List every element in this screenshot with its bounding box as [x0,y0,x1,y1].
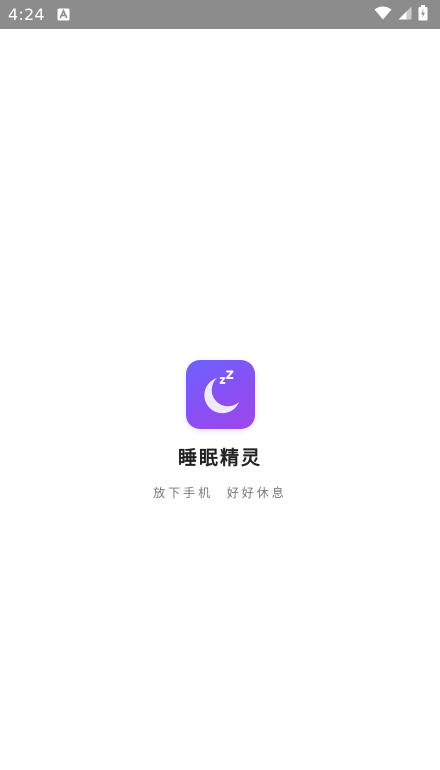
app-logo [185,360,255,429]
app-notification-icon [57,8,70,21]
moon-zzz-icon [203,370,239,414]
app-slogan: 放下手机 好好休息 [153,486,287,500]
status-icons [374,4,428,25]
splash-content: 睡眠精灵 放下手机 好好休息 [0,360,440,501]
splash-screen: 4:24 睡眠精灵 放下手机 好好休息 [0,0,440,770]
cell-signal-icon [398,5,412,24]
status-time: 4:24 [8,5,45,24]
wifi-icon [374,5,392,24]
status-bar: 4:24 [0,0,440,29]
app-name: 睡眠精灵 [177,447,262,469]
battery-icon [418,4,428,25]
